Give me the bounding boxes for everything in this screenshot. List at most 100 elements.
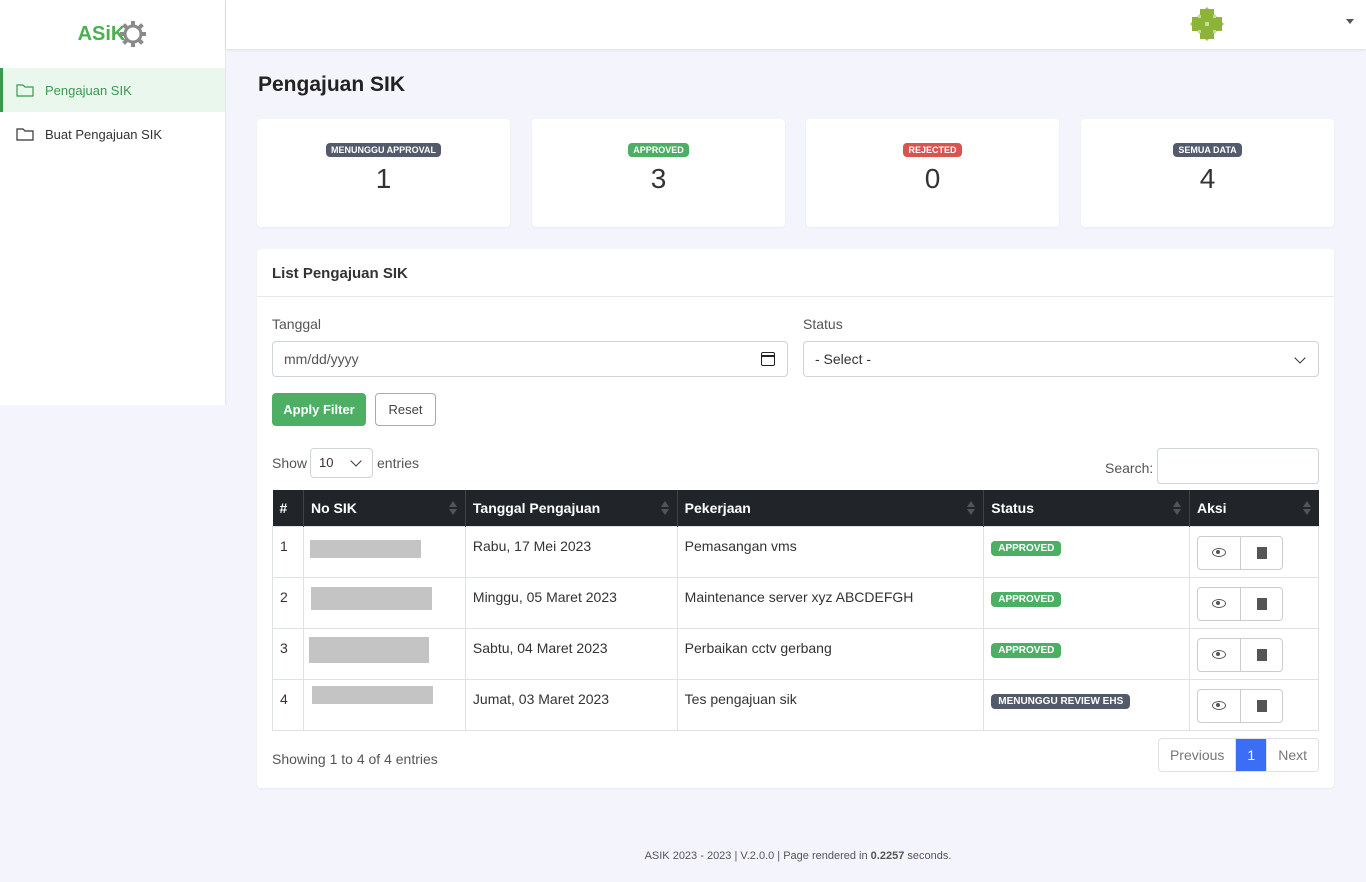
stat-badge: REJECTED: [903, 143, 962, 157]
aksi-cell: [1189, 627, 1319, 680]
search-label: Search:: [1105, 460, 1154, 476]
stat-badge: APPROVED: [628, 143, 689, 157]
row-number: 4: [272, 678, 304, 731]
length-show-label: Show: [272, 455, 308, 471]
pdf-button[interactable]: [1240, 689, 1282, 722]
view-button[interactable]: [1198, 690, 1240, 722]
column-header-pekerjaan[interactable]: Pekerjaan: [677, 490, 985, 526]
table-header-row: # No SIK Tanggal Pengajuan Pekerjaan Sta…: [272, 490, 1319, 526]
redacted-value: [310, 586, 432, 610]
page-title: Pengajuan SIK: [258, 73, 406, 96]
folder-icon: [16, 128, 34, 141]
pdf-file-icon: [1256, 597, 1267, 610]
row-number: 2: [272, 576, 304, 629]
stat-value: 4: [1199, 163, 1216, 194]
status-selected-value: - Select -: [815, 351, 872, 367]
previous-page-button[interactable]: Previous: [1159, 739, 1235, 771]
action-group: [1197, 637, 1283, 672]
entries-length-select[interactable]: 10: [310, 448, 373, 478]
footer: ASIK 2023 - 2023 | V.2.0.0 | Page render…: [0, 850, 1366, 862]
action-group: [1197, 535, 1283, 570]
chevron-down-icon: [1294, 352, 1306, 364]
redacted-value: [309, 539, 421, 558]
table-row: 4 Jumat, 03 Maret 2023 Tes pengajuan sik…: [272, 678, 1319, 731]
eye-icon: [1212, 599, 1226, 608]
reset-button[interactable]: Reset: [375, 393, 436, 426]
column-header-status[interactable]: Status: [983, 490, 1190, 526]
aksi-cell: [1189, 576, 1319, 629]
date-filter-input[interactable]: mm/dd/yyyy: [272, 341, 788, 377]
column-header-number[interactable]: #: [272, 490, 304, 526]
chevron-down-icon: [350, 455, 362, 467]
view-button[interactable]: [1198, 588, 1240, 620]
sidebar-item-pengajuan-sik[interactable]: Pengajuan SIK: [0, 68, 225, 112]
pdf-button[interactable]: [1240, 587, 1282, 620]
pdf-button[interactable]: [1240, 536, 1282, 569]
view-button[interactable]: [1198, 639, 1240, 671]
footer-prefix: ASIK 2023 - 2023 | V.2.0.0 | Page render…: [644, 850, 871, 862]
status-badge: MENUNGGU REVIEW EHS: [991, 693, 1131, 709]
pdf-file-icon: [1256, 648, 1267, 661]
stat-card-rejected: REJECTED 0: [806, 119, 1059, 227]
page-1-button[interactable]: 1: [1235, 739, 1268, 771]
stat-value: 0: [924, 163, 941, 194]
aksi-cell: [1189, 678, 1319, 731]
no-sik-cell: [302, 525, 466, 578]
stat-card-approved: APPROVED 3: [532, 119, 785, 227]
sort-icon: [448, 501, 457, 515]
status-filter-label: Status: [803, 316, 843, 332]
apply-filter-button[interactable]: Apply Filter: [272, 393, 366, 426]
table-row: 2 Minggu, 05 Maret 2023 Maintenance serv…: [272, 576, 1319, 629]
sidebar-item-label: Buat Pengajuan SIK: [45, 126, 163, 142]
pekerjaan-cell: Pemasangan vms: [676, 525, 985, 578]
card-title: List Pengajuan SIK: [257, 249, 1334, 297]
app-logo[interactable]: ASiK: [78, 20, 148, 48]
view-button[interactable]: [1198, 537, 1240, 569]
tanggal-cell: Sabtu, 04 Maret 2023: [464, 627, 678, 680]
sidebar-item-label: Pengajuan SIK: [45, 82, 132, 98]
next-page-button[interactable]: Next: [1267, 739, 1318, 771]
tanggal-cell: Jumat, 03 Maret 2023: [464, 678, 678, 731]
eye-icon: [1212, 650, 1226, 659]
date-placeholder: mm/dd/yyyy: [284, 351, 359, 367]
pagination: Previous 1 Next: [1157, 738, 1319, 772]
date-filter-label: Tanggal: [272, 316, 322, 332]
stat-card-semua-data: SEMUA DATA 4: [1081, 119, 1334, 227]
sik-table: # No SIK Tanggal Pengajuan Pekerjaan Sta…: [272, 490, 1319, 731]
column-header-no-sik[interactable]: No SIK: [303, 490, 466, 526]
stat-badge: MENUNGGU APPROVAL: [325, 143, 441, 157]
pekerjaan-cell: Tes pengajuan sik: [676, 678, 985, 731]
column-label: Pekerjaan: [684, 499, 751, 516]
column-header-tanggal[interactable]: Tanggal Pengajuan: [465, 490, 678, 526]
row-number: 1: [272, 525, 304, 578]
sort-icon: [967, 501, 976, 515]
column-label: Status: [991, 499, 1035, 516]
stat-value: 3: [650, 163, 667, 194]
search-input[interactable]: [1157, 448, 1319, 484]
action-group: [1197, 688, 1283, 723]
sidebar-item-buat-pengajuan-sik[interactable]: Buat Pengajuan SIK: [0, 112, 225, 156]
column-header-aksi[interactable]: Aksi: [1189, 490, 1319, 526]
pdf-file-icon: [1256, 699, 1267, 712]
pdf-button[interactable]: [1240, 638, 1282, 671]
avatar[interactable]: [1190, 7, 1224, 41]
footer-suffix: seconds.: [904, 850, 952, 862]
stat-card-menunggu-approval: MENUNGGU APPROVAL 1: [257, 119, 510, 227]
eye-icon: [1212, 701, 1226, 710]
redacted-value: [311, 685, 433, 704]
eye-icon: [1212, 548, 1226, 557]
no-sik-cell: [302, 627, 466, 680]
redacted-value: [308, 636, 429, 663]
column-label: #: [279, 499, 288, 516]
row-number: 3: [272, 627, 304, 680]
calendar-icon[interactable]: [761, 352, 775, 366]
status-badge: APPROVED: [991, 642, 1062, 658]
pekerjaan-cell: Maintenance server xyz ABCDEFGH: [676, 576, 985, 629]
user-menu-caret-icon[interactable]: [1346, 19, 1354, 24]
list-card: List Pengajuan SIK Tanggal mm/dd/yyyy St…: [257, 249, 1334, 788]
tanggal-cell: Rabu, 17 Mei 2023: [464, 525, 678, 578]
status-cell: MENUNGGU REVIEW EHS: [983, 678, 1190, 731]
column-label: No SIK: [310, 499, 357, 516]
sort-icon: [1302, 501, 1311, 515]
status-filter-select[interactable]: - Select -: [803, 341, 1319, 377]
